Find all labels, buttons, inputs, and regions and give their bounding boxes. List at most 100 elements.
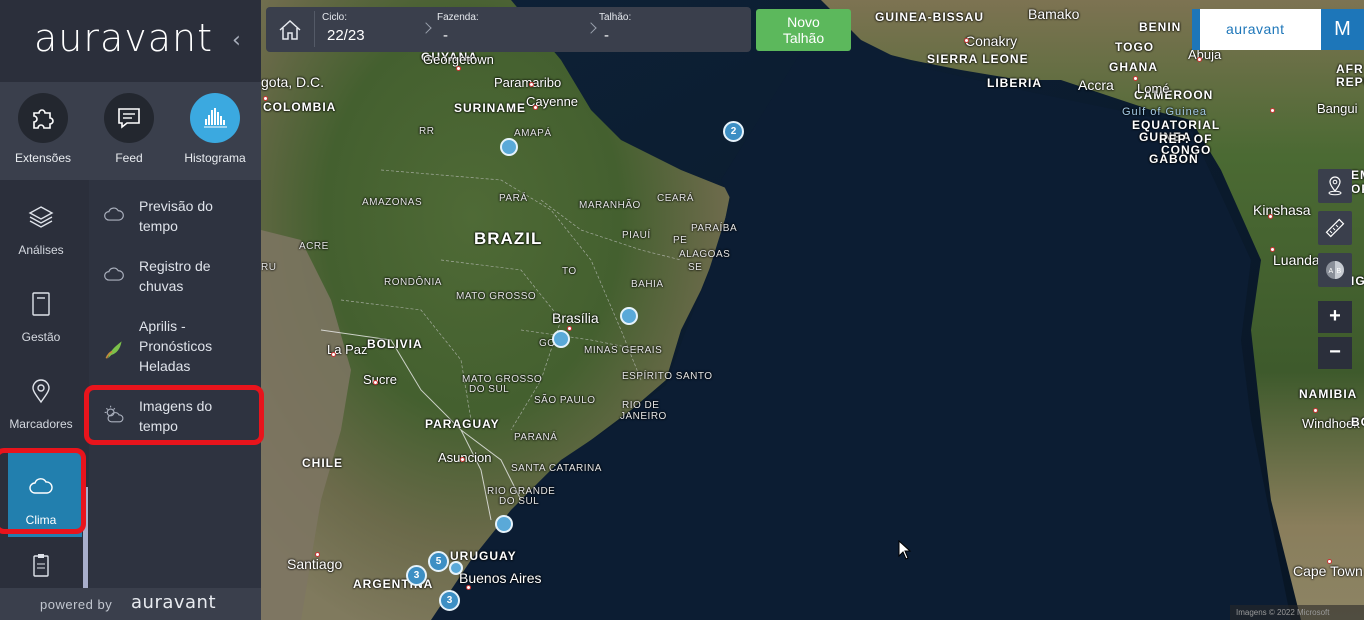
city-dot (1313, 408, 1318, 413)
ciclo-selector[interactable]: Ciclo: 22/23 (314, 7, 432, 52)
map-label: JANEIRO (620, 411, 667, 422)
fazenda-selector[interactable]: Fazenda: - (429, 7, 597, 52)
submenu-item-aprilis[interactable]: Aprilis - Pronósticos Heladas (89, 316, 261, 380)
map-label: SURINAME (454, 101, 527, 115)
powered-by-footer: powered by auravant (0, 588, 261, 620)
map-label: Georgetown (423, 52, 494, 67)
map-label: AFR (1336, 62, 1364, 76)
satellite-weather-icon (104, 405, 124, 423)
city-dot (466, 585, 471, 590)
cloud-icon (104, 267, 124, 281)
city-dot (1327, 559, 1332, 564)
map-label: BOLIVIA (367, 337, 423, 351)
compare-ab-icon: AB (1326, 261, 1344, 279)
nav-label-gestao: Gestão (21, 330, 61, 344)
user-avatar[interactable]: M (1321, 9, 1364, 50)
fazenda-value: - (443, 27, 448, 44)
talhao-value: - (604, 27, 609, 44)
map-label: SÃO PAULO (534, 395, 596, 406)
puzzle-icon (33, 109, 54, 129)
layers-icon (28, 206, 54, 228)
city-dot (460, 457, 465, 462)
chat-icon (118, 108, 140, 129)
nav-item-analises[interactable]: Análises (0, 180, 82, 267)
talhao-selector[interactable]: Talhão: - (594, 7, 751, 52)
ciclo-value: 22/23 (327, 27, 365, 44)
logo-bar: auravant ‹ (0, 0, 261, 82)
city-dot (964, 38, 969, 43)
map-label: RONDÔNIA (384, 277, 442, 288)
map-label: Paramaribo (494, 75, 562, 90)
header-brand-text: auravant (1226, 21, 1285, 37)
marker-cluster[interactable]: 3 (406, 565, 427, 586)
location-marker[interactable] (449, 561, 463, 575)
svg-text:A: A (1329, 268, 1334, 275)
map-label: ESPÍRITO SANTO (622, 371, 713, 382)
location-marker[interactable] (552, 330, 570, 348)
city-dot (263, 96, 268, 101)
nav-item-clipboard[interactable] (0, 540, 82, 588)
zoom-in-button[interactable]: + (1318, 301, 1352, 333)
compare-tool-button[interactable]: AB (1318, 253, 1352, 287)
submenu-item-registro-chuvas[interactable]: Registro de chuvas (89, 256, 261, 300)
city-dot (1268, 214, 1273, 219)
map-label: ALAGOAS (679, 249, 731, 260)
marker-tool-button[interactable] (1318, 169, 1352, 203)
extensions-button[interactable]: Extensões (0, 82, 86, 180)
map-label: Buenos Aires (459, 570, 542, 586)
feed-button[interactable]: Feed (86, 82, 172, 180)
home-icon (279, 19, 301, 40)
map-label: OF (1351, 182, 1364, 196)
chevron-left-icon[interactable]: ‹ (232, 28, 250, 54)
histogram-icon (204, 108, 227, 128)
location-marker[interactable] (495, 515, 513, 533)
map-copyright: Imagens © 2022 Microsoft (1230, 605, 1364, 620)
map-label: COLOMBIA (263, 100, 337, 114)
map-label: PARANÁ (514, 432, 558, 443)
map-label: SIERRA LEONE (927, 52, 1029, 66)
clipboard-icon (33, 554, 49, 577)
map-label: AMAPÁ (514, 128, 552, 139)
map-label: TO (562, 266, 577, 277)
header-brand: auravant (1192, 9, 1321, 50)
marker-cluster[interactable]: 2 (723, 121, 744, 142)
nav-item-gestao[interactable]: Gestão (0, 267, 82, 354)
ruler-tool-button[interactable] (1318, 211, 1352, 245)
map-label: REPU (1336, 75, 1364, 89)
histogram-button[interactable]: Histograma (172, 82, 258, 180)
nav-item-marcadores[interactable]: Marcadores (0, 354, 82, 441)
map-label: CEARÁ (657, 193, 694, 204)
map-label: Gulf of Guinea (1122, 106, 1207, 118)
submenu-label: Imagens do tempo (139, 398, 213, 434)
city-dot (1197, 57, 1202, 62)
city-dot (331, 352, 336, 357)
nav-label-marcadores: Marcadores (9, 417, 73, 431)
new-plot-button[interactable]: Novo Talhão (756, 9, 851, 51)
home-button[interactable] (274, 15, 306, 45)
location-marker[interactable] (500, 138, 518, 156)
map-label: RIO DE (622, 400, 660, 411)
marker-cluster[interactable]: 3 (439, 590, 460, 611)
main-nav: Análises Gestão Marcadores Clima (0, 180, 82, 588)
city-dot (1270, 108, 1275, 113)
map-label: RU (261, 262, 277, 273)
map-label: Lomé (1137, 81, 1170, 96)
filter-toolbar: Ciclo: 22/23 Fazenda: - Talhão: - (266, 7, 751, 52)
marker-cluster[interactable]: 5 (428, 551, 449, 572)
map-label: Bangui (1317, 101, 1358, 116)
histogram-label: Histograma (184, 151, 246, 165)
map-canvas[interactable]: GUYANA SURINAME COLOMBIA BRAZIL BOLIVIA PARAG… (261, 0, 1364, 620)
city-dot (373, 380, 378, 385)
submenu-item-imagens-tempo[interactable]: Imagens do tempo (89, 396, 261, 440)
zoom-out-button[interactable]: − (1318, 337, 1352, 369)
clima-submenu: Previsão do tempo Registro de chuvas Apr… (89, 180, 261, 588)
nav-item-clima[interactable]: Clima (8, 450, 82, 537)
map-label: LIBERIA (987, 76, 1042, 90)
submenu-item-previsao[interactable]: Previsão do tempo (89, 196, 261, 240)
nav-scrollbar-thumb[interactable] (83, 487, 88, 588)
nav-label-analises: Análises (18, 243, 64, 257)
submenu-label: Aprilis - Pronósticos Heladas (139, 318, 213, 374)
cloud-icon (29, 478, 53, 494)
location-marker[interactable] (620, 307, 638, 325)
location-pin-icon (32, 379, 50, 404)
